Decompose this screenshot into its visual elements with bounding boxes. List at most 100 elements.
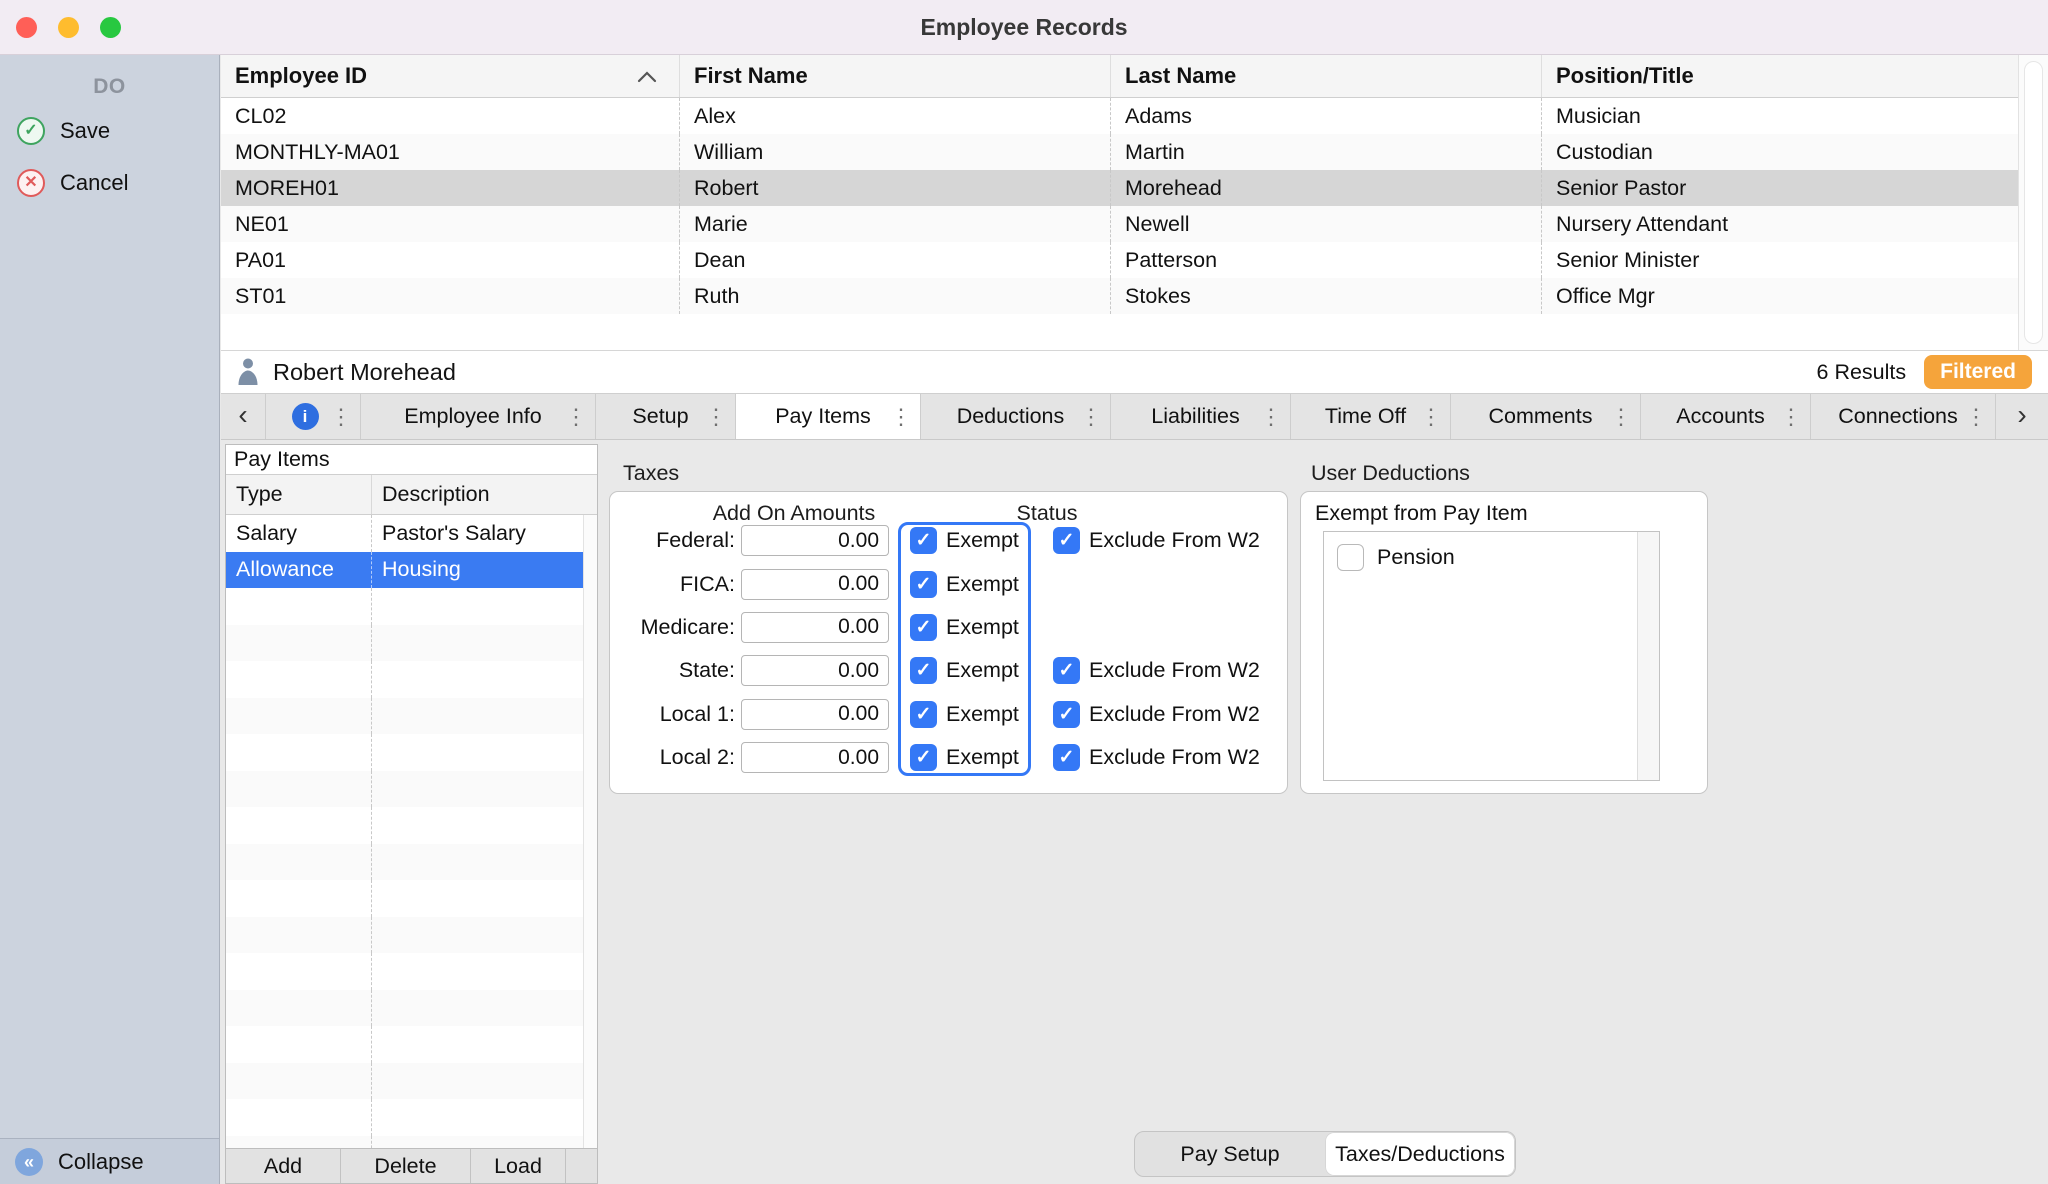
exempt-checkbox[interactable]: ✓ [910, 657, 937, 684]
tax-row-state: State:✓Exempt✓Exclude From W2 [610, 649, 1287, 692]
tab-menu-icon[interactable]: ⋮ [1260, 404, 1282, 430]
pay-item-row[interactable]: SalaryPastor's Salary [226, 515, 583, 552]
tab-employee-info[interactable]: Employee Info⋮ [361, 394, 596, 439]
tab-info[interactable]: i ⋮ [266, 394, 361, 439]
tab-menu-icon[interactable]: ⋮ [1420, 404, 1442, 430]
column-header-position[interactable]: Position/Title [1541, 55, 2018, 97]
exclude-from-w2-cell: ✓Exclude From W2 [1053, 657, 1260, 684]
user-deductions-group-box: Exempt from Pay Item Pension [1300, 491, 1708, 794]
tab-menu-icon[interactable]: ⋮ [705, 404, 727, 430]
employee-row[interactable]: ST01RuthStokesOffice Mgr [221, 278, 2018, 314]
employee-cell-first: Marie [679, 206, 1110, 242]
pay-item-description: Housing [371, 552, 583, 589]
tab-pay-items[interactable]: Pay Items⋮ [736, 394, 921, 439]
tab-scroll-right[interactable]: › [1996, 394, 2048, 439]
exclude-from-w2-cell: ✓Exclude From W2 [1053, 744, 1260, 771]
pay-items-scrollbar[interactable] [583, 515, 597, 1148]
exclude-from-w2-checkbox[interactable]: ✓ [1053, 657, 1080, 684]
employee-row[interactable]: MOREH01RobertMoreheadSenior Pastor [221, 170, 2018, 206]
tax-amount-input[interactable] [741, 525, 889, 556]
tab-scroll-left[interactable]: ‹ [221, 394, 266, 439]
tab-menu-icon[interactable]: ⋮ [1080, 404, 1102, 430]
pay-item-empty-row [226, 661, 583, 698]
exempt-checkbox[interactable]: ✓ [910, 701, 937, 728]
close-window-icon[interactable] [16, 17, 37, 38]
save-button[interactable]: ✓ Save [0, 105, 219, 157]
empty-type-cell [226, 844, 371, 881]
exempt-checkbox[interactable]: ✓ [910, 614, 937, 641]
employee-cell-position: Senior Pastor [1541, 170, 2018, 206]
pay-item-row[interactable]: AllowanceHousing [226, 552, 583, 589]
column-header-description[interactable]: Description [371, 475, 597, 514]
tab-menu-icon[interactable]: ⋮ [890, 404, 912, 430]
exclude-from-w2-checkbox[interactable]: ✓ [1053, 701, 1080, 728]
tax-amount-input[interactable] [741, 569, 889, 600]
tab-menu-icon[interactable]: ⋮ [565, 404, 587, 430]
tab-menu-icon[interactable]: ⋮ [330, 404, 352, 430]
tab-setup[interactable]: Setup⋮ [596, 394, 736, 439]
filtered-badge[interactable]: Filtered [1924, 355, 2032, 389]
employee-cell-id: ST01 [221, 278, 679, 314]
deduction-checkbox[interactable] [1337, 544, 1364, 571]
exempt-cell: ✓Exempt [903, 614, 1036, 641]
column-header-last-name[interactable]: Last Name [1110, 55, 1541, 97]
bottom-tab-pay-setup[interactable]: Pay Setup [1135, 1132, 1325, 1176]
exempt-checkbox[interactable]: ✓ [910, 571, 937, 598]
empty-description-cell [371, 588, 583, 625]
tab-comments[interactable]: Comments⋮ [1451, 394, 1641, 439]
tab-accounts[interactable]: Accounts⋮ [1641, 394, 1811, 439]
empty-description-cell [371, 661, 583, 698]
deduction-item[interactable]: Pension [1324, 532, 1637, 571]
check-circle-icon: ✓ [17, 117, 45, 145]
sort-ascending-icon [637, 70, 657, 83]
tab-time-off[interactable]: Time Off⋮ [1291, 394, 1451, 439]
sidebar-header: DO [0, 69, 219, 105]
tab-deductions[interactable]: Deductions⋮ [921, 394, 1111, 439]
load-button[interactable]: Load [471, 1149, 566, 1183]
column-header-first-name[interactable]: First Name [679, 55, 1110, 97]
tab-liabilities[interactable]: Liabilities ⋮ [1111, 394, 1291, 439]
delete-button[interactable]: Delete [341, 1149, 471, 1183]
tax-row-label: Local 2: [610, 745, 735, 770]
minimize-window-icon[interactable] [58, 17, 79, 38]
tax-amount-input[interactable] [741, 699, 889, 730]
tab-label: Liabilities [1151, 404, 1249, 429]
exclude-from-w2-checkbox[interactable]: ✓ [1053, 527, 1080, 554]
employee-row[interactable]: MONTHLY-MA01WilliamMartinCustodian [221, 134, 2018, 170]
employee-table: Employee ID First Name Last Name Positio… [221, 55, 2018, 350]
tab-menu-icon[interactable]: ⋮ [1610, 404, 1632, 430]
employee-table-scrollbar[interactable] [2018, 55, 2048, 350]
exclude-from-w2-checkbox[interactable]: ✓ [1053, 744, 1080, 771]
collapse-button[interactable]: « Collapse [0, 1138, 219, 1184]
employee-row[interactable]: PA01DeanPattersonSenior Minister [221, 242, 2018, 278]
tax-row-fica: FICA:✓Exempt [610, 562, 1287, 605]
employee-row[interactable]: NE01MarieNewellNursery Attendant [221, 206, 2018, 242]
exempt-checkbox[interactable]: ✓ [910, 744, 937, 771]
exclude-from-w2-cell: ✓ Exclude From W2 [1053, 701, 1260, 728]
column-header-type[interactable]: Type [226, 475, 371, 514]
empty-type-cell [226, 1026, 371, 1063]
add-button[interactable]: Add [226, 1149, 341, 1183]
exclude-from-w2-label: Exclude From W2 [1089, 702, 1260, 727]
tab-connections[interactable]: Connections⋮ [1811, 394, 1996, 439]
pay-item-empty-row [226, 1099, 583, 1136]
user-deductions-group-label: User Deductions [1311, 461, 1470, 486]
exempt-checkbox[interactable]: ✓ [910, 527, 937, 554]
tax-amount-input[interactable] [741, 742, 889, 773]
empty-description-cell [371, 698, 583, 735]
x-circle-icon: ✕ [17, 169, 45, 197]
tab-menu-icon[interactable]: ⋮ [1965, 404, 1987, 430]
user-deductions-scrollbar[interactable] [1637, 532, 1659, 780]
tab-menu-icon[interactable]: ⋮ [1780, 404, 1802, 430]
column-header-label: Last Name [1125, 63, 1236, 89]
column-header-employee-id[interactable]: Employee ID [221, 55, 679, 97]
pay-items-panel-title: Pay Items [226, 445, 597, 475]
tax-amount-input[interactable] [741, 655, 889, 686]
employee-row[interactable]: CL02AlexAdamsMusician [221, 98, 2018, 134]
bottom-tab-taxes-deductions[interactable]: Taxes/Deductions [1325, 1132, 1515, 1176]
tax-row-local-2: Local 2:✓Exempt✓Exclude From W2 [610, 736, 1287, 779]
results-count: 6 Results [1817, 360, 1907, 385]
tax-amount-input[interactable] [741, 612, 889, 643]
zoom-window-icon[interactable] [100, 17, 121, 38]
cancel-button[interactable]: ✕ Cancel [0, 157, 219, 209]
